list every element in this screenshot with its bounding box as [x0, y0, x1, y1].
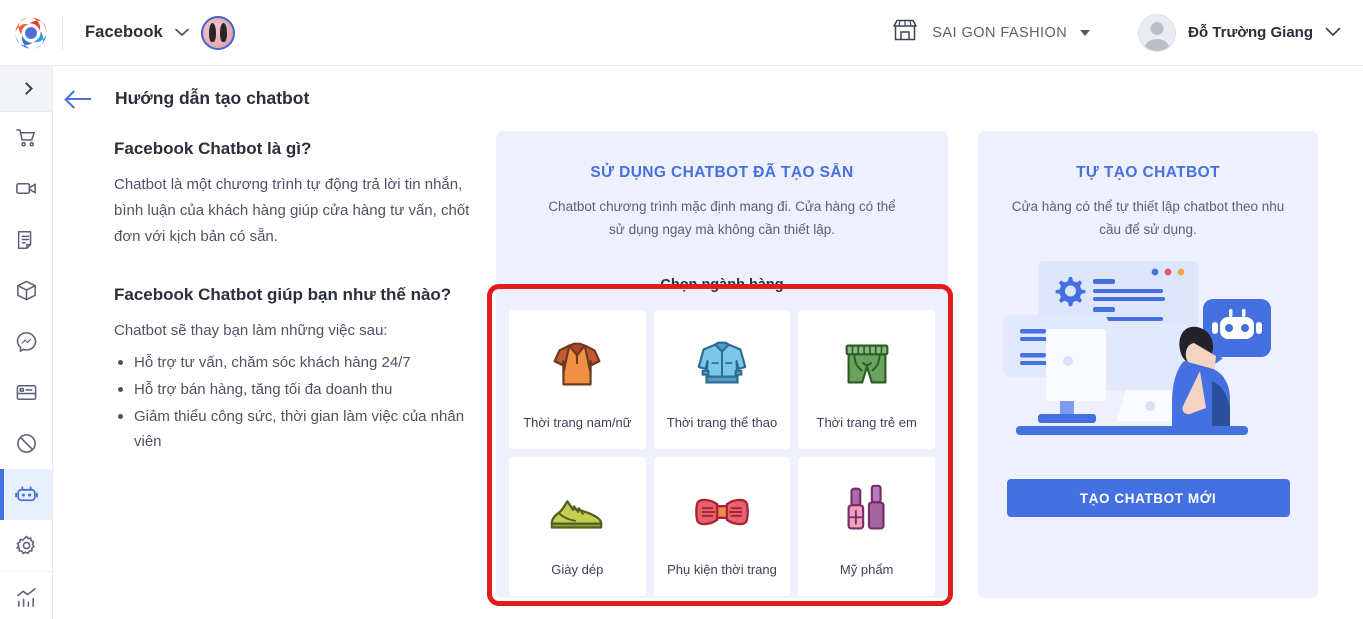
sidebar-item-messenger[interactable] [0, 316, 52, 367]
sidebar-item-cards[interactable] [0, 367, 52, 418]
preset-chatbot-column: SỬ DỤNG CHATBOT ĐÃ TẠO SẴN Chatbot chươn… [496, 131, 948, 598]
page-title: Hướng dẫn tạo chatbot [115, 88, 310, 108]
app-logo[interactable] [0, 14, 62, 52]
robot-icon [14, 486, 38, 502]
main-content: Hướng dẫn tạo chatbot Facebook Chatbot l… [53, 66, 1363, 619]
info-paragraph-1: Chatbot là một chương trình tự động trả … [114, 176, 470, 245]
category-label: Thời trang nam/nữ [523, 415, 632, 430]
shop-name-label: SAI GON FASHION [932, 24, 1068, 41]
sidebar-item-products[interactable] [0, 265, 52, 316]
shop-selector[interactable]: SAI GON FASHION [891, 18, 1091, 47]
shorts-icon [836, 332, 898, 398]
chevron-down-icon[interactable] [175, 24, 189, 42]
bar-chart-icon [16, 587, 36, 607]
box-icon [16, 280, 36, 301]
custom-chatbot-panel: TỰ TẠO CHATBOT Cửa hàng có thể tự thiết … [978, 131, 1318, 598]
storefront-icon [891, 18, 919, 47]
info-paragraph-2: Chatbot sẽ thay bạn làm những việc sau: [114, 322, 388, 339]
nail-polish-icon [836, 479, 898, 545]
list-item: Giảm thiểu công sức, thời gian làm việc … [114, 404, 490, 454]
video-camera-icon [15, 182, 36, 195]
choose-industry-label: Chọn ngành hàng [660, 277, 784, 293]
chevron-right-icon [19, 82, 33, 95]
sneaker-icon [546, 479, 608, 545]
sidebar-item-analytics[interactable] [0, 571, 52, 619]
category-label: Mỹ phẩm [839, 562, 894, 577]
jacket-icon [691, 332, 753, 398]
user-menu[interactable]: Đỗ Trường Giang [1138, 13, 1341, 52]
sidebar-item-orders[interactable] [0, 214, 52, 265]
category-card-sportswear[interactable]: Thời trang thể thao [653, 310, 791, 449]
preset-chatbot-panel: SỬ DỤNG CHATBOT ĐÃ TẠO SẴN Chatbot chươn… [496, 131, 948, 598]
brand-selector[interactable]: Facebook [85, 15, 235, 50]
shopping-cart-icon [15, 129, 35, 147]
messenger-icon [16, 332, 36, 353]
create-new-chatbot-button[interactable]: TẠO CHATBOT MỚI [1006, 479, 1290, 517]
page-avatar[interactable] [200, 15, 235, 50]
sidebar-item-settings[interactable] [0, 520, 52, 571]
user-name-label: Đỗ Trường Giang [1188, 24, 1313, 41]
top-header: Facebook SAI GON FASHION Đỗ Trường Giang [0, 0, 1363, 66]
preset-panel-title: SỬ DỤNG CHATBOT ĐÃ TẠO SẴN [590, 164, 854, 181]
category-card-fashion-accessories[interactable]: Phụ kiện thời trang [653, 457, 791, 596]
person-at-desk-chatbot-illustration-icon [978, 241, 1318, 463]
preset-panel-subtitle: Chatbot chương trình mặc định mang đi. C… [548, 199, 896, 237]
info-heading-2: Facebook Chatbot giúp bạn như thế nào? [114, 285, 452, 304]
category-grid: Thời trang nam/nữ Thời trang thể thao Th… [496, 293, 948, 596]
custom-panel-title: TỰ TẠO CHATBOT [1076, 164, 1220, 181]
category-card-mens-womens-fashion[interactable]: Thời trang nam/nữ [509, 310, 646, 449]
category-card-footwear[interactable]: Giày dép [509, 457, 646, 596]
category-card-cosmetics[interactable]: Mỹ phẩm [798, 457, 935, 596]
sidebar-item-cart[interactable] [0, 112, 52, 163]
category-label: Giày dép [551, 562, 604, 577]
content-columns: Facebook Chatbot là gì? Chatbot là một c… [53, 109, 1363, 598]
chevron-down-icon[interactable] [1325, 24, 1341, 42]
list-item: Hỗ trợ bán hàng, tăng tối đa doanh thu [114, 377, 490, 402]
sidebar-item-chatbot[interactable] [0, 469, 52, 520]
header-right-group: SAI GON FASHION Đỗ Trường Giang [891, 13, 1363, 52]
list-item: Hỗ trợ tư vấn, chăm sóc khách hàng 24/7 [114, 350, 490, 375]
caret-down-icon[interactable] [1080, 29, 1091, 36]
custom-chatbot-column: TỰ TẠO CHATBOT Cửa hàng có thể tự thiết … [978, 131, 1318, 598]
page-header: Hướng dẫn tạo chatbot [53, 66, 1363, 109]
no-entry-icon [16, 434, 36, 453]
shutter-pinwheel-logo-icon [15, 17, 47, 48]
id-card-icon [16, 385, 36, 400]
polo-shirt-icon [546, 332, 608, 398]
custom-panel-subtitle: Cửa hàng có thể tự thiết lập chatbot the… [1011, 199, 1285, 237]
benefit-list: Hỗ trợ tư vấn, chăm sóc khách hàng 24/7 … [114, 350, 490, 454]
sidebar-item-blocked[interactable] [0, 418, 52, 469]
bowtie-icon [691, 479, 753, 545]
info-heading-1: Facebook Chatbot là gì? [114, 139, 312, 158]
app-root: Facebook SAI GON FASHION Đỗ Trường Giang… [0, 0, 1363, 619]
gear-icon [15, 535, 35, 555]
category-card-kids-fashion[interactable]: Thời trang trẻ em [798, 310, 935, 449]
user-avatar[interactable] [1138, 13, 1177, 52]
category-label: Thời trang trẻ em [816, 415, 917, 430]
left-sidebar [0, 66, 53, 619]
header-divider [62, 15, 63, 50]
arrow-left-icon[interactable] [67, 90, 93, 108]
brand-label: Facebook [85, 23, 163, 41]
category-label: Phụ kiện thời trang [667, 562, 777, 577]
sidebar-item-video[interactable] [0, 163, 52, 214]
document-icon [17, 230, 32, 249]
info-column: Facebook Chatbot là gì? Chatbot là một c… [53, 131, 490, 598]
category-label: Thời trang thể thao [666, 415, 778, 430]
sidebar-expand-button[interactable] [0, 66, 52, 112]
